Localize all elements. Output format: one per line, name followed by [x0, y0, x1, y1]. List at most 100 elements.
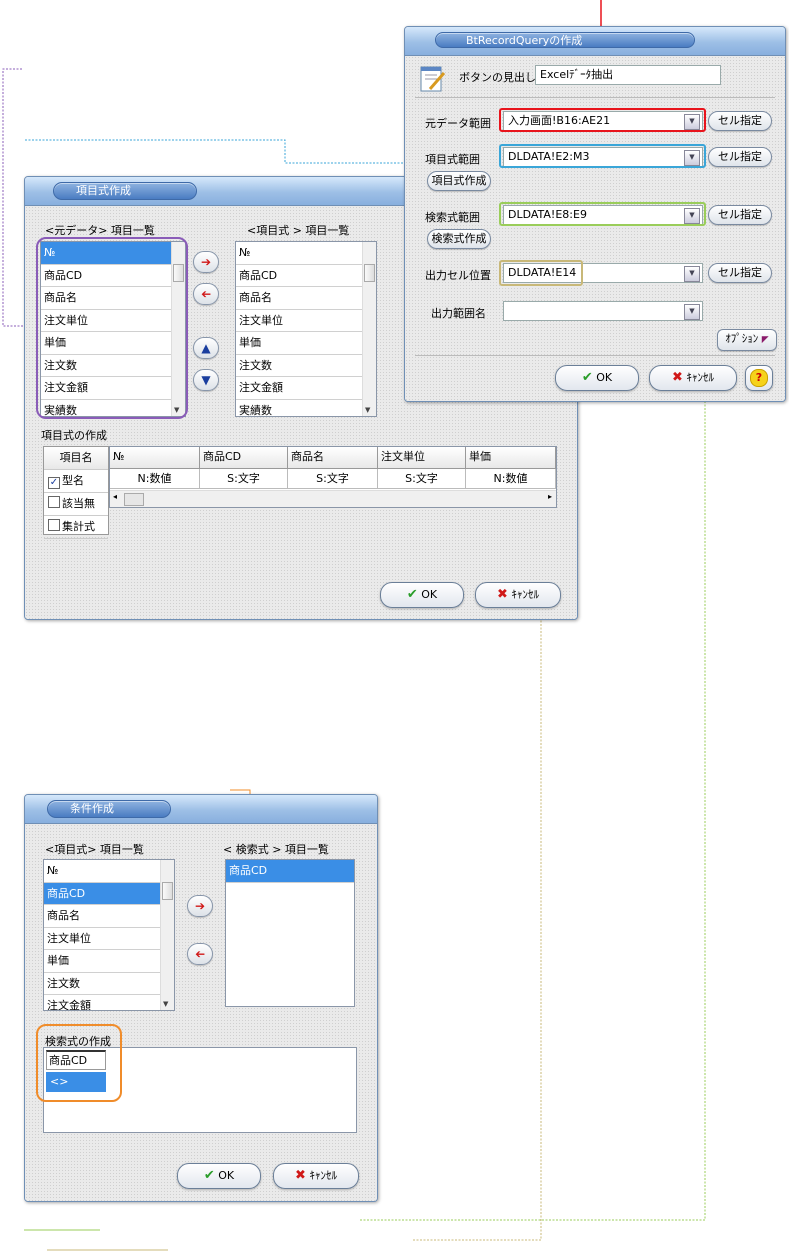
list-item[interactable]: 実績数 [236, 400, 376, 417]
list-item[interactable]: 商品CD [226, 860, 354, 883]
list-item[interactable]: 注文単位 [236, 310, 376, 332]
list-item[interactable]: 注文金額 [236, 377, 376, 400]
move-left-button[interactable]: ➔ [193, 283, 219, 305]
grid-column-header[interactable]: 商品CD [200, 447, 288, 469]
cancel-button[interactable]: ✖ ｷｬﾝｾﾙ [649, 365, 737, 391]
ok-button[interactable]: ✔ OK [177, 1163, 261, 1189]
dst-item-list[interactable]: 商品CD [225, 859, 355, 1007]
search-range-label: 検索式範囲 [425, 211, 480, 224]
item-expression-create-button[interactable]: 項目式作成 [427, 171, 491, 191]
arrow-down-icon: ▼ [201, 373, 211, 387]
list-item[interactable]: № [41, 242, 185, 265]
output-range-name-input[interactable]: ▼ [503, 301, 703, 321]
dst-item-list[interactable]: № 商品CD 商品名 注文単位 単価 注文数 注文金額 実績数 ▼ [235, 241, 377, 417]
search-range-cell-button[interactable]: セル指定 [708, 205, 772, 225]
move-right-button[interactable]: ➔ [187, 895, 213, 917]
dst-list-header: < 検索式 > 項目一覧 [223, 843, 329, 856]
dropdown-icon[interactable]: ▼ [684, 208, 700, 224]
checkbox-icon [48, 496, 60, 508]
src-item-list[interactable]: № 商品CD 商品名 注文単位 単価 注文数 注文金額 実績数 ▼ [40, 241, 186, 417]
option-button[interactable]: ｵﾌﾟｼｮﾝ ◤ [717, 329, 777, 351]
caption-input[interactable]: Excelﾃﾞｰﾀ抽出 [535, 65, 721, 85]
list-item[interactable]: 注文金額 [41, 377, 185, 400]
item-expression-title: 項目式作成 [53, 182, 197, 200]
check-icon: ✔ [581, 370, 593, 385]
move-right-button[interactable]: ➔ [193, 251, 219, 273]
list-item[interactable]: 商品CD [41, 265, 185, 287]
btrecordquery-window: BtRecordQueryの作成 ボタンの見出し Excelﾃﾞｰﾀ抽出 元デー… [404, 26, 786, 402]
option-type-name[interactable]: ✓ 型名 [44, 470, 108, 493]
list-item[interactable]: № [236, 242, 376, 265]
list-item[interactable]: 注文数 [236, 355, 376, 377]
ok-button[interactable]: ✔ OK [380, 582, 464, 608]
expression-grid[interactable]: ◂ ▸ № N:数値 商品CD S:文字 商品名 S:文字 注文単位 S:文字 単価 N:数値 [109, 446, 557, 508]
list-item[interactable]: 注文数 [44, 973, 174, 995]
btrecordquery-title: BtRecordQueryの作成 [435, 32, 695, 48]
ok-button[interactable]: ✔ OK [555, 365, 639, 391]
move-up-button[interactable]: ▲ [193, 337, 219, 359]
grid-cell[interactable]: N:数値 [466, 469, 556, 489]
cancel-button[interactable]: ✖ ｷｬﾝｾﾙ [475, 582, 561, 608]
output-cell-input[interactable]: DLDATA!E14 ▼ [503, 263, 703, 283]
list-item[interactable]: 商品名 [44, 905, 174, 928]
output-range-name-label: 出力範囲名 [431, 307, 486, 320]
list-item[interactable]: 商品CD [44, 882, 174, 905]
list-item[interactable]: 商品名 [41, 287, 185, 310]
grid-column-header[interactable]: № [110, 447, 200, 469]
condition-grid[interactable]: 商品CD <> [43, 1047, 357, 1133]
list-item[interactable]: 単価 [44, 950, 174, 973]
grid-column-header[interactable]: 注文単位 [378, 447, 466, 469]
condition-value-cell[interactable]: <> [46, 1072, 106, 1092]
cancel-button[interactable]: ✖ ｷｬﾝｾﾙ [273, 1163, 359, 1189]
output-cell-cell-button[interactable]: セル指定 [708, 263, 772, 283]
grid-cell[interactable]: N:数値 [110, 469, 200, 489]
item-range-input[interactable]: DLDATA!E2:M3 ▼ [503, 147, 703, 167]
option-aggregate[interactable]: 集計式 [44, 516, 108, 539]
list-item[interactable]: 商品CD [236, 265, 376, 287]
item-range-cell-button[interactable]: セル指定 [708, 147, 772, 167]
list-item[interactable]: 単価 [41, 332, 185, 355]
item-type-column: 項目名 ✓ 型名 該当無 集計式 [43, 446, 109, 539]
src-list-scrollbar[interactable]: ▼ [171, 242, 185, 416]
dropdown-icon[interactable]: ▼ [684, 304, 700, 320]
src-list-header: <元データ> 項目一覧 [45, 224, 155, 237]
grid-cell[interactable]: S:文字 [200, 469, 288, 489]
dropdown-icon[interactable]: ▼ [684, 266, 700, 282]
source-range-label: 元データ範囲 [425, 117, 491, 130]
source-range-cell-button[interactable]: セル指定 [708, 111, 772, 131]
list-item[interactable]: 注文単位 [41, 310, 185, 332]
grid-column-header[interactable]: 商品名 [288, 447, 378, 469]
cross-icon: ✖ [672, 370, 683, 385]
grid-cell[interactable]: S:文字 [378, 469, 466, 489]
search-expression-create-button[interactable]: 検索式作成 [427, 229, 491, 249]
src-item-list[interactable]: № 商品CD 商品名 注文単位 単価 注文数 注文金額 ▼ [43, 859, 175, 1011]
condition-window: 条件作成 <項目式> 項目一覧 < 検索式 > 項目一覧 № 商品CD 商品名 注文単… [24, 794, 378, 1202]
list-item[interactable]: № [44, 860, 174, 883]
dropdown-icon[interactable]: ▼ [684, 150, 700, 166]
list-item[interactable]: 注文数 [41, 355, 185, 377]
grid-cell[interactable]: S:文字 [288, 469, 378, 489]
help-button[interactable]: ? [745, 365, 773, 391]
list-item[interactable]: 商品名 [236, 287, 376, 310]
grid-hscroll[interactable]: ◂ ▸ [110, 490, 556, 507]
source-range-input[interactable]: 入力画面!B16:AE21 ▼ [503, 111, 703, 131]
move-down-button[interactable]: ▼ [193, 369, 219, 391]
search-range-input[interactable]: DLDATA!E8:E9 ▼ [503, 205, 703, 225]
list-item[interactable]: 実績数 [41, 400, 185, 417]
move-left-button[interactable]: ➔ [187, 943, 213, 965]
btrecordquery-titlebar: BtRecordQueryの作成 [405, 27, 785, 56]
help-icon: ? [750, 369, 768, 387]
list-item[interactable]: 単価 [236, 332, 376, 355]
dst-list-scrollbar[interactable]: ▼ [362, 242, 376, 416]
option-no-match[interactable]: 該当無 [44, 493, 108, 516]
list-item[interactable]: 注文金額 [44, 995, 174, 1010]
dropdown-icon[interactable]: ▼ [684, 114, 700, 130]
src-list-header: <項目式> 項目一覧 [45, 843, 144, 856]
check-icon: ✔ [406, 587, 418, 602]
src-list-scrollbar[interactable]: ▼ [160, 860, 174, 1010]
triangle-icon: ◤ [761, 335, 769, 345]
caption-label: ボタンの見出し [459, 71, 536, 84]
grid-column-header[interactable]: 単価 [466, 447, 556, 469]
list-item[interactable]: 注文単位 [44, 928, 174, 950]
check-icon: ✔ [203, 1168, 215, 1183]
